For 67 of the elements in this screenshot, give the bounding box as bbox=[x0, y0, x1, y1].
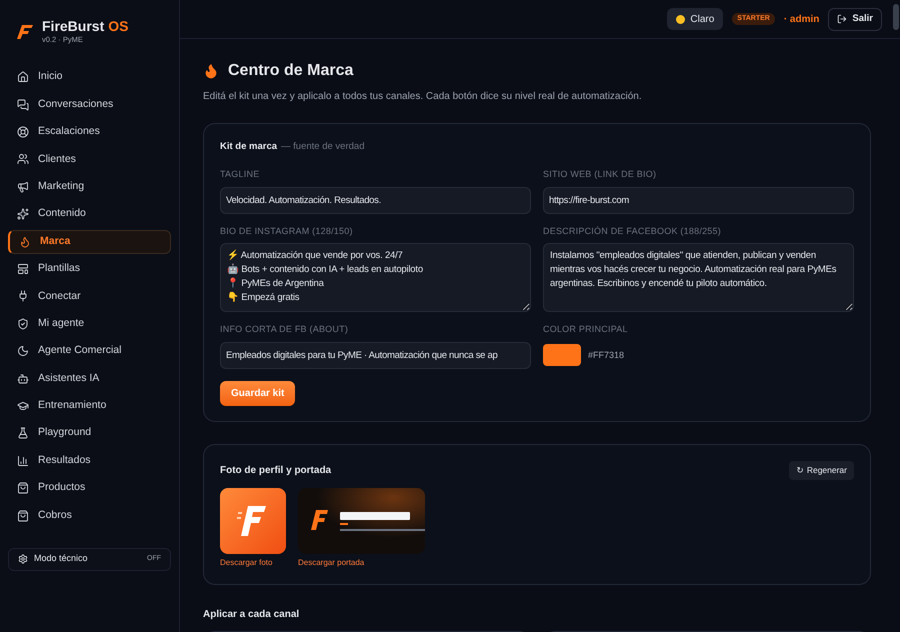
sidebar-item[interactable]: Conectar bbox=[8, 284, 171, 308]
field-label: BIO DE INSTAGRAM (128/150) bbox=[220, 224, 353, 238]
sidebar-item[interactable]: Inicio bbox=[8, 65, 171, 90]
text-area[interactable]: ⚡ Automatización que vende por vos. 24/7 🤖 Bots + contenido con IA + leads en autopiloto 📍 PyMEs de Argentina 👇 Empezá gratis bbox=[220, 243, 531, 312]
card-title: Kit de marca bbox=[220, 140, 278, 154]
text-field[interactable]: Empleados digitales para tu PyME · Automatización que nunca se ap bbox=[220, 342, 531, 369]
sidebar-item[interactable]: Agente Comercial bbox=[8, 339, 171, 364]
regenerate-button[interactable]: ↻ Regenerar bbox=[789, 460, 854, 480]
page-subtitle: Editá el kit una vez y aplicalo a todos tus canales. Cada botón dice su nivel real de automatización. bbox=[203, 90, 642, 104]
brand-name: FireBurst bbox=[42, 18, 104, 34]
logout-button[interactable]: Salir bbox=[828, 8, 882, 30]
lifebuoy-icon bbox=[17, 126, 29, 138]
card-note: — fuente de verdad bbox=[281, 140, 364, 154]
download-link[interactable]: Descargar foto bbox=[220, 556, 272, 569]
section-title: Aplicar a cada canal bbox=[203, 608, 300, 622]
template-icon bbox=[17, 262, 29, 275]
bag-icon bbox=[17, 482, 29, 494]
field-label: COLOR PRINCIPAL bbox=[543, 323, 628, 336]
sidebar-item[interactable]: Playground bbox=[8, 421, 171, 446]
field-label: SITIO WEB (LINK DE BIO) bbox=[543, 168, 656, 182]
field-label: DESCRIPCIÓN DE FACEBOOK (188/255) bbox=[543, 224, 721, 238]
bar-chart-icon bbox=[17, 454, 29, 467]
user-name: · admin bbox=[784, 12, 820, 26]
download-link[interactable]: Descargar portada bbox=[298, 556, 364, 569]
graduation-cap-icon bbox=[17, 400, 29, 412]
page-title: Centro de Marca bbox=[228, 61, 354, 81]
users-icon bbox=[17, 153, 29, 166]
field-label: TAGLINE bbox=[220, 168, 260, 182]
sidebar-item[interactable]: Plantillas bbox=[8, 256, 171, 281]
flame-icon bbox=[203, 63, 219, 79]
sidebar-item[interactable]: Contenido bbox=[8, 202, 171, 226]
card-title: Foto de perfil y portada bbox=[220, 464, 332, 478]
sidebar-item[interactable]: Productos bbox=[8, 476, 171, 500]
sidebar-item[interactable]: Marca bbox=[8, 230, 171, 254]
text-field[interactable]: https://fire-burst.com bbox=[543, 186, 854, 214]
sidebar-item[interactable]: Escalaciones bbox=[8, 120, 171, 144]
sun-icon bbox=[676, 14, 686, 24]
logo-icon bbox=[16, 22, 34, 41]
settings-icon bbox=[18, 554, 28, 564]
sidebar-item[interactable]: Mi agente bbox=[8, 312, 171, 336]
bot-icon bbox=[17, 372, 29, 385]
sidebar-item[interactable]: Marketing bbox=[8, 174, 171, 199]
sidebar-item[interactable]: Cobros bbox=[8, 504, 171, 528]
plug-icon bbox=[17, 290, 29, 302]
sparkles-icon bbox=[17, 208, 29, 220]
color-swatch[interactable] bbox=[543, 344, 581, 366]
field-label: INFO CORTA DE FB (ABOUT) bbox=[220, 323, 348, 336]
brand-suffix: OS bbox=[108, 18, 128, 34]
theme-button[interactable]: Claro bbox=[667, 8, 724, 30]
megaphone-icon bbox=[17, 180, 29, 193]
sidebar-item[interactable]: Conversaciones bbox=[8, 92, 171, 117]
logout-icon bbox=[837, 14, 848, 24]
shield-icon bbox=[17, 318, 29, 330]
scrollbar[interactable] bbox=[893, 4, 899, 30]
sidebar-item[interactable]: Resultados bbox=[8, 448, 171, 473]
moon-icon bbox=[17, 345, 29, 358]
sidebar-item[interactable]: Clientes bbox=[8, 147, 171, 172]
sidebar-item[interactable]: Entrenamiento bbox=[8, 394, 171, 418]
sidebar-item[interactable]: Asistentes IA bbox=[8, 366, 171, 391]
text-area[interactable]: Instalamos "empleados digitales" que atienden, publican y venden mientras vos hacés crecer tu negocio. Automatización real para PyMEs argentinas. Escribinos y encendé tu piloto automático. bbox=[543, 243, 854, 312]
chat-icon bbox=[17, 98, 29, 111]
home-icon bbox=[17, 71, 29, 84]
bag-icon bbox=[17, 510, 29, 522]
flask-icon bbox=[17, 427, 29, 440]
text-field[interactable]: Velocidad. Automatización. Resultados. bbox=[220, 186, 531, 214]
flame-icon bbox=[19, 236, 31, 248]
color-value: #FF7318 bbox=[588, 348, 624, 362]
